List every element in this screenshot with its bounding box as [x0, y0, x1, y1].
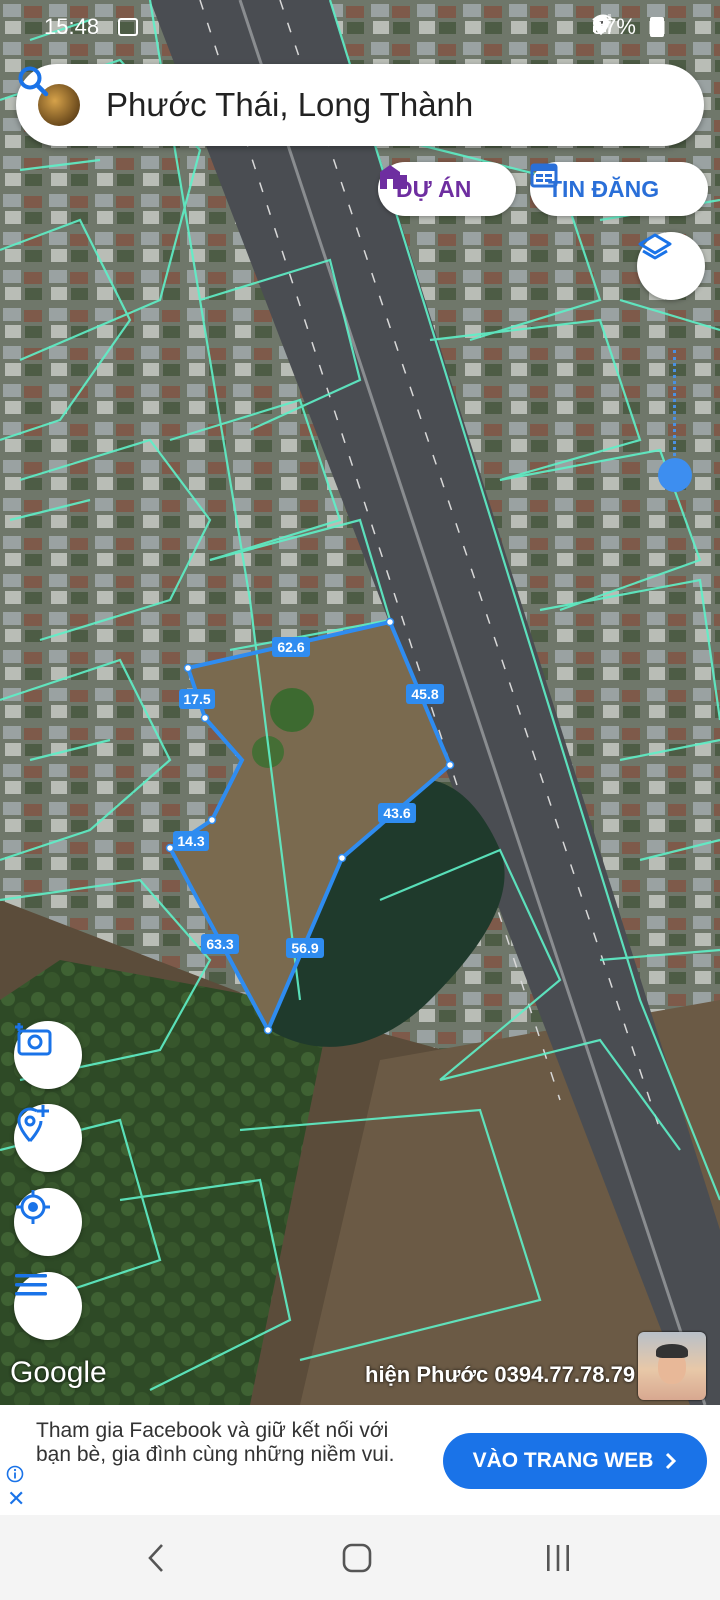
- add-place-button[interactable]: [14, 1104, 82, 1172]
- visit-website-button[interactable]: VÀO TRANG WEB: [443, 1433, 707, 1489]
- measure-label-right-mid: 43.6: [378, 803, 416, 823]
- status-bar: 15:48 57%: [0, 0, 720, 56]
- info-icon[interactable]: [6, 1465, 24, 1483]
- image-icon: [118, 18, 138, 36]
- battery-icon: [650, 17, 664, 37]
- add-place-icon: [17, 1105, 49, 1143]
- back-icon: [148, 1544, 163, 1572]
- opacity-slider-knob[interactable]: [658, 458, 692, 492]
- visit-website-label: VÀO TRANG WEB: [472, 1449, 654, 1472]
- recents-icon: [547, 1545, 569, 1571]
- layers-button[interactable]: [637, 232, 705, 300]
- chevron-right-icon: [666, 1452, 677, 1470]
- search-bar[interactable]: Phước Thái, Long Thành: [16, 64, 704, 146]
- news-icon: [530, 163, 558, 188]
- add-photo-button[interactable]: [14, 1021, 82, 1089]
- status-time: 15:48: [44, 14, 100, 39]
- tin-dang-button[interactable]: TIN ĐĂNG: [530, 162, 708, 216]
- google-attribution: Google: [10, 1356, 107, 1389]
- recents-button[interactable]: [528, 1533, 588, 1583]
- my-location-button[interactable]: [14, 1188, 82, 1256]
- measure-17-5: 17.5: [183, 691, 210, 707]
- tin-dang-label: TIN ĐĂNG: [548, 175, 660, 202]
- system-nav-bar: [0, 1515, 720, 1600]
- satellite-map[interactable]: 62.6 45.8 17.5 43.6 14.3 63.3 56.9 15:48…: [0, 0, 720, 1405]
- menu-button[interactable]: [14, 1272, 82, 1340]
- layers-icon: [638, 233, 672, 260]
- measure-label-right-top: 45.8: [406, 684, 444, 704]
- signal-icon: [592, 14, 611, 32]
- ad-text: Tham gia Facebook và giữ kết nối với bạn…: [36, 1419, 395, 1466]
- measure-label-bottom: 56.9: [286, 938, 324, 958]
- measure-label-left-bottom: 63.3: [201, 934, 239, 954]
- search-query[interactable]: Phước Thái, Long Thành: [106, 86, 473, 124]
- building-icon: [380, 165, 407, 189]
- measure-label-left-mid: 14.3: [173, 831, 209, 851]
- thumbnail-hair: [656, 1344, 688, 1358]
- status-icons: 57%: [592, 14, 664, 40]
- user-thumbnail[interactable]: [638, 1332, 706, 1400]
- back-button[interactable]: [126, 1533, 186, 1583]
- du-an-button[interactable]: DỰ ÁN: [378, 162, 516, 216]
- measure-56-9: 56.9: [291, 940, 318, 956]
- ad-banner[interactable]: Tham gia Facebook và giữ kết nối với bạn…: [0, 1405, 720, 1515]
- menu-icon: [15, 1274, 47, 1296]
- close-icon[interactable]: ✕: [7, 1488, 25, 1510]
- watermark-text: hiện Phước 0394.77.78.79: [365, 1362, 636, 1387]
- camera-add-icon: [15, 1023, 52, 1056]
- search-icon[interactable]: [16, 64, 50, 98]
- home-button[interactable]: [327, 1533, 387, 1583]
- measure-label-left-top: 17.5: [179, 689, 215, 709]
- my-location-icon: [16, 1190, 50, 1224]
- home-icon: [342, 1543, 372, 1573]
- measure-43-6: 43.6: [383, 805, 410, 821]
- measure-label-top: 62.6: [272, 637, 310, 657]
- measure-62-6: 62.6: [277, 639, 304, 655]
- measure-63-3: 63.3: [206, 936, 233, 952]
- measure-14-3: 14.3: [177, 833, 204, 849]
- measure-45-8: 45.8: [411, 686, 438, 702]
